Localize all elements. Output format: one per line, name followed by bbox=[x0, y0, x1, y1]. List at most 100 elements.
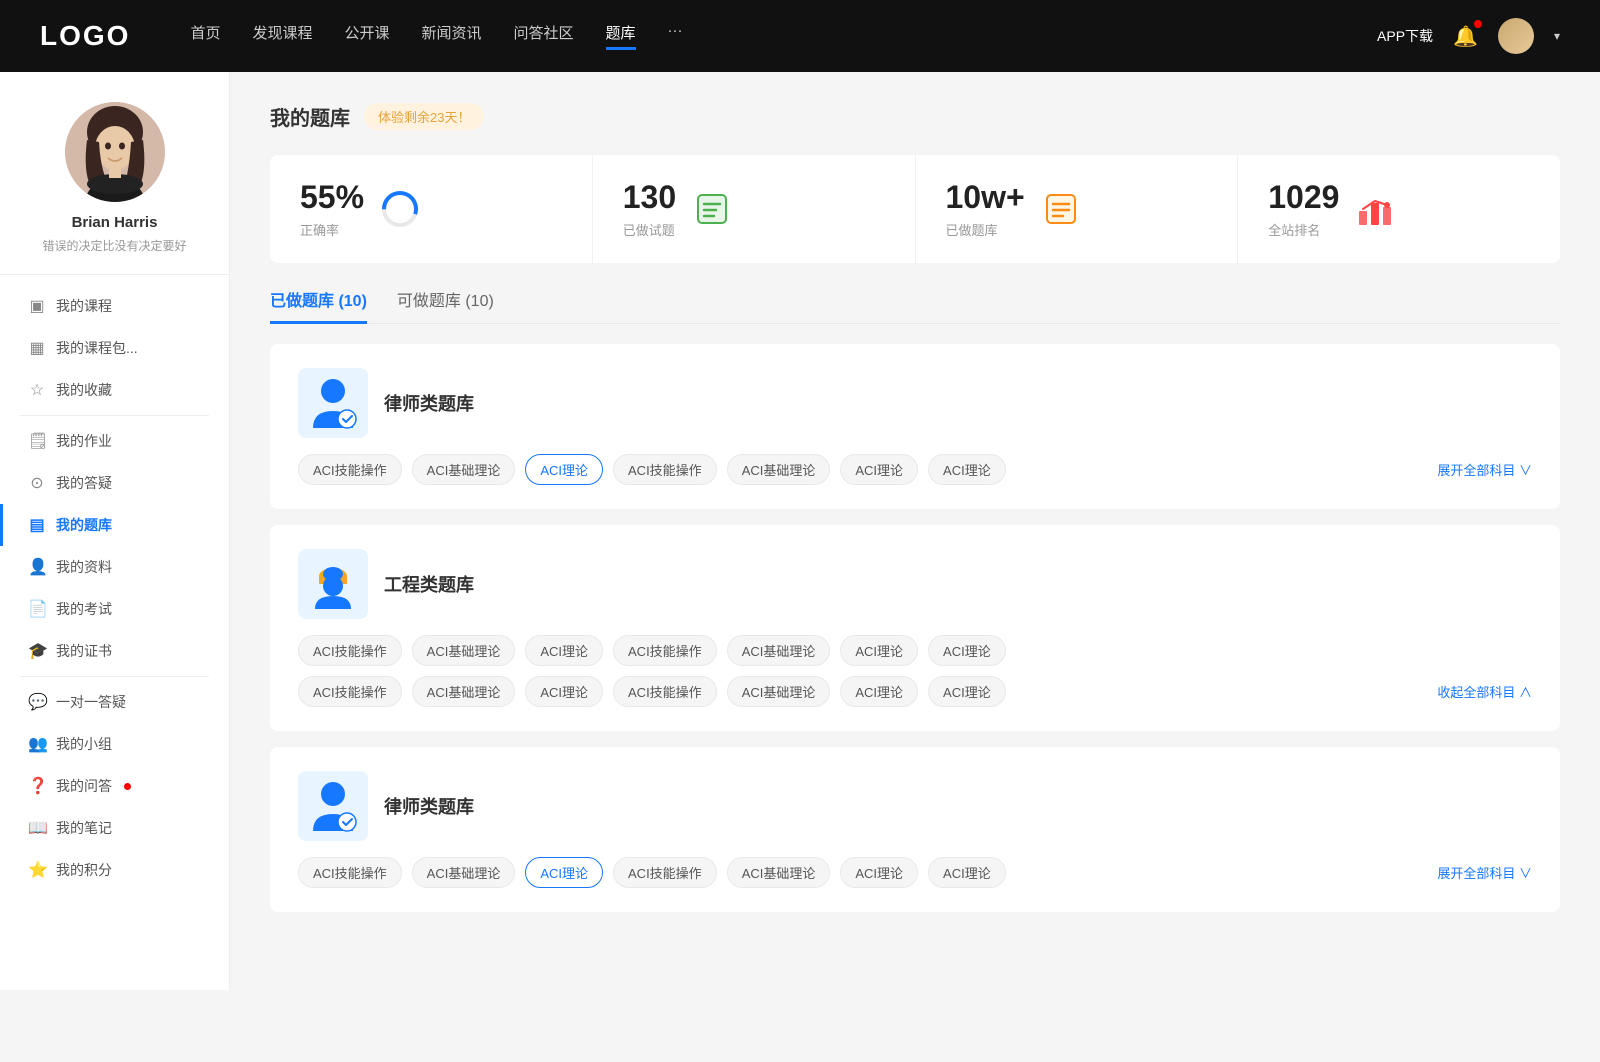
sidebar-item-questions[interactable]: ❓ 我的问答 bbox=[0, 765, 229, 807]
sidebar-item-one-on-one[interactable]: 💬 一对一答疑 bbox=[0, 681, 229, 723]
sidebar-item-label: 我的积分 bbox=[56, 860, 112, 880]
sidebar-item-profile[interactable]: 👤 我的资料 bbox=[0, 546, 229, 588]
tag-1-5[interactable]: ACI理论 bbox=[840, 454, 918, 485]
tag-2a-2[interactable]: ACI理论 bbox=[525, 635, 603, 666]
sidebar-item-points[interactable]: ⭐ 我的积分 bbox=[0, 849, 229, 891]
nav-news[interactable]: 新闻资讯 bbox=[422, 22, 482, 50]
lawyer-svg-1 bbox=[303, 373, 363, 433]
qbank-card-lawyer-2: 律师类题库 ACI技能操作 ACI基础理论 ACI理论 ACI技能操作 ACI基… bbox=[270, 747, 1560, 912]
nav-links: 首页 发现课程 公开课 新闻资讯 问答社区 题库 ··· bbox=[190, 22, 1337, 50]
tag-2b-3[interactable]: ACI技能操作 bbox=[613, 676, 717, 707]
sidebar: Brian Harris 错误的决定比没有决定要好 ▣ 我的课程 ▦ 我的课程包… bbox=[0, 72, 230, 990]
sidebar-item-course-packages[interactable]: ▦ 我的课程包... bbox=[0, 327, 229, 369]
trial-badge: 体验剩余23天！ bbox=[364, 103, 484, 130]
tags-row-2a: ACI技能操作 ACI基础理论 ACI理论 ACI技能操作 ACI基础理论 AC… bbox=[298, 635, 1532, 666]
nav-home[interactable]: 首页 bbox=[190, 22, 220, 50]
tabs-row: 已做题库 (10) 可做题库 (10) bbox=[270, 287, 1560, 324]
stat-label-done-q: 已做试题 bbox=[623, 220, 676, 239]
navbar-right: APP下载 🔔 ▾ bbox=[1377, 18, 1560, 54]
profile-icon: 👤 bbox=[28, 557, 46, 577]
sidebar-item-label: 我的作业 bbox=[56, 431, 112, 451]
tag-3-5[interactable]: ACI理论 bbox=[840, 857, 918, 888]
accuracy-chart-icon bbox=[380, 189, 420, 229]
page-title: 我的题库 bbox=[270, 102, 350, 131]
sidebar-item-favorites[interactable]: ☆ 我的收藏 bbox=[0, 369, 229, 411]
tag-3-4[interactable]: ACI基础理论 bbox=[727, 857, 831, 888]
collapse-btn-2[interactable]: 收起全部科目 ∧ bbox=[1437, 682, 1532, 701]
tag-1-0[interactable]: ACI技能操作 bbox=[298, 454, 402, 485]
tag-2b-2[interactable]: ACI理论 bbox=[525, 676, 603, 707]
sidebar-item-exams[interactable]: 📄 我的考试 bbox=[0, 588, 229, 630]
sidebar-item-label: 我的答疑 bbox=[56, 473, 112, 493]
notes-icon: 📖 bbox=[28, 818, 46, 838]
tag-2b-1[interactable]: ACI基础理论 bbox=[412, 676, 516, 707]
sidebar-item-label: 我的问答 bbox=[56, 776, 112, 796]
tag-2a-5[interactable]: ACI理论 bbox=[840, 635, 918, 666]
tab-done-banks[interactable]: 已做题库 (10) bbox=[270, 287, 367, 323]
notification-bell[interactable]: 🔔 bbox=[1453, 24, 1478, 49]
tag-3-2[interactable]: ACI理论 bbox=[525, 857, 603, 888]
engineer-svg bbox=[303, 554, 363, 614]
main-layout: Brian Harris 错误的决定比没有决定要好 ▣ 我的课程 ▦ 我的课程包… bbox=[0, 72, 1600, 990]
sidebar-item-certs[interactable]: 🎓 我的证书 bbox=[0, 630, 229, 672]
app-download-btn[interactable]: APP下载 bbox=[1377, 26, 1433, 46]
sidebar-item-label: 我的题库 bbox=[56, 515, 112, 535]
sidebar-item-notes[interactable]: 📖 我的笔记 bbox=[0, 807, 229, 849]
main-content: 我的题库 体验剩余23天！ 55% 正确率 bbox=[230, 72, 1600, 990]
tag-3-3[interactable]: ACI技能操作 bbox=[613, 857, 717, 888]
tag-1-1[interactable]: ACI基础理论 bbox=[412, 454, 516, 485]
nav-qbank[interactable]: 题库 bbox=[606, 22, 636, 50]
qbank-icon-lawyer-2 bbox=[298, 771, 368, 841]
sidebar-item-homework[interactable]: 🗒 我的作业 bbox=[0, 420, 229, 462]
expand-btn-3[interactable]: 展开全部科目 ∨ bbox=[1437, 863, 1532, 882]
qbank-card-header-2: 工程类题库 bbox=[298, 549, 1532, 619]
rank-icon bbox=[1355, 189, 1395, 229]
nav-more[interactable]: ··· bbox=[668, 22, 683, 50]
done-banks-icon bbox=[1041, 189, 1081, 229]
sidebar-profile: Brian Harris 错误的决定比没有决定要好 bbox=[0, 102, 229, 275]
points-icon: ⭐ bbox=[28, 860, 46, 880]
tag-2a-3[interactable]: ACI技能操作 bbox=[613, 635, 717, 666]
qbank-name-3: 律师类题库 bbox=[384, 793, 474, 819]
stat-rank: 1029 全站排名 bbox=[1238, 155, 1560, 263]
stat-value-accuracy: 55% bbox=[300, 179, 364, 216]
sidebar-item-qbank[interactable]: ▤ 我的题库 bbox=[0, 504, 229, 546]
tag-3-0[interactable]: ACI技能操作 bbox=[298, 857, 402, 888]
tag-1-2[interactable]: ACI理论 bbox=[525, 454, 603, 485]
nav-opencourse[interactable]: 公开课 bbox=[344, 22, 389, 50]
homework-icon: 🗒 bbox=[28, 431, 46, 451]
sidebar-item-courses[interactable]: ▣ 我的课程 bbox=[0, 285, 229, 327]
tag-1-4[interactable]: ACI基础理论 bbox=[727, 454, 831, 485]
tag-2a-4[interactable]: ACI基础理论 bbox=[727, 635, 831, 666]
group-icon: 👥 bbox=[28, 734, 46, 754]
sidebar-item-label: 我的收藏 bbox=[56, 380, 112, 400]
qbank-icon-engineer bbox=[298, 549, 368, 619]
user-avatar-nav[interactable] bbox=[1498, 18, 1534, 54]
nav-discover[interactable]: 发现课程 bbox=[252, 22, 312, 50]
tag-1-3[interactable]: ACI技能操作 bbox=[613, 454, 717, 485]
qbank-icon-lawyer-1 bbox=[298, 368, 368, 438]
tag-2b-0[interactable]: ACI技能操作 bbox=[298, 676, 402, 707]
expand-btn-1[interactable]: 展开全部科目 ∨ bbox=[1437, 460, 1532, 479]
nav-qa[interactable]: 问答社区 bbox=[514, 22, 574, 50]
sidebar-item-qa[interactable]: ⊙ 我的答疑 bbox=[0, 462, 229, 504]
sidebar-item-label: 我的证书 bbox=[56, 641, 112, 661]
tag-2b-5[interactable]: ACI理论 bbox=[840, 676, 918, 707]
sidebar-item-label: 一对一答疑 bbox=[56, 692, 126, 712]
tab-available-banks[interactable]: 可做题库 (10) bbox=[397, 287, 494, 323]
tag-2a-6[interactable]: ACI理论 bbox=[928, 635, 1006, 666]
tag-2a-1[interactable]: ACI基础理论 bbox=[412, 635, 516, 666]
exams-icon: 📄 bbox=[28, 599, 46, 619]
done-questions-icon bbox=[692, 189, 732, 229]
notification-badge bbox=[1474, 20, 1482, 28]
tag-3-1[interactable]: ACI基础理论 bbox=[412, 857, 516, 888]
one-on-one-icon: 💬 bbox=[28, 692, 46, 712]
logo[interactable]: LOGO bbox=[40, 20, 130, 52]
user-menu-arrow[interactable]: ▾ bbox=[1554, 29, 1560, 43]
tag-1-6[interactable]: ACI理论 bbox=[928, 454, 1006, 485]
sidebar-item-group[interactable]: 👥 我的小组 bbox=[0, 723, 229, 765]
tag-2b-4[interactable]: ACI基础理论 bbox=[727, 676, 831, 707]
tag-2b-6[interactable]: ACI理论 bbox=[928, 676, 1006, 707]
tag-2a-0[interactable]: ACI技能操作 bbox=[298, 635, 402, 666]
tag-3-6[interactable]: ACI理论 bbox=[928, 857, 1006, 888]
